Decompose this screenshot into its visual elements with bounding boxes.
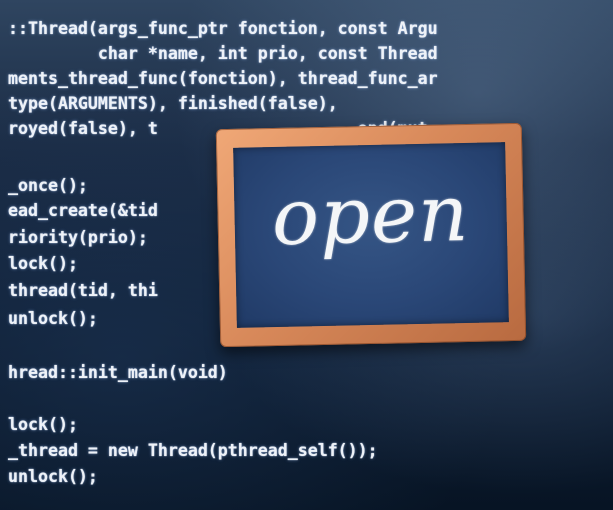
code-line: unlock(); xyxy=(8,467,98,486)
code-line: riority(prio); xyxy=(8,228,148,247)
chalkboard-sign: open xyxy=(215,122,527,348)
code-line: thread(tid, thi xyxy=(8,281,158,300)
chalkboard-surface: open xyxy=(233,142,509,328)
code-line: hread::init_main(void) xyxy=(8,363,228,382)
code-line: lock(); xyxy=(8,254,78,273)
code-line: unlock(); xyxy=(8,309,98,328)
code-line: type(ARGUMENTS), finished(false), xyxy=(8,94,338,113)
code-line: ::Thread(args_func_ptr fonction, const A… xyxy=(8,19,438,38)
sign-text: open xyxy=(271,168,471,264)
code-line: ments_thread_func(fonction), thread_func… xyxy=(8,69,438,88)
code-line: _thread = new Thread(pthread_self()); xyxy=(8,441,378,460)
code-line: char *name, int prio, const Thread xyxy=(8,44,438,63)
code-line: _once(); xyxy=(8,176,88,195)
photo-scene: ::Thread(args_func_ptr fonction, const A… xyxy=(0,0,613,510)
code-line: lock(); xyxy=(8,415,78,434)
